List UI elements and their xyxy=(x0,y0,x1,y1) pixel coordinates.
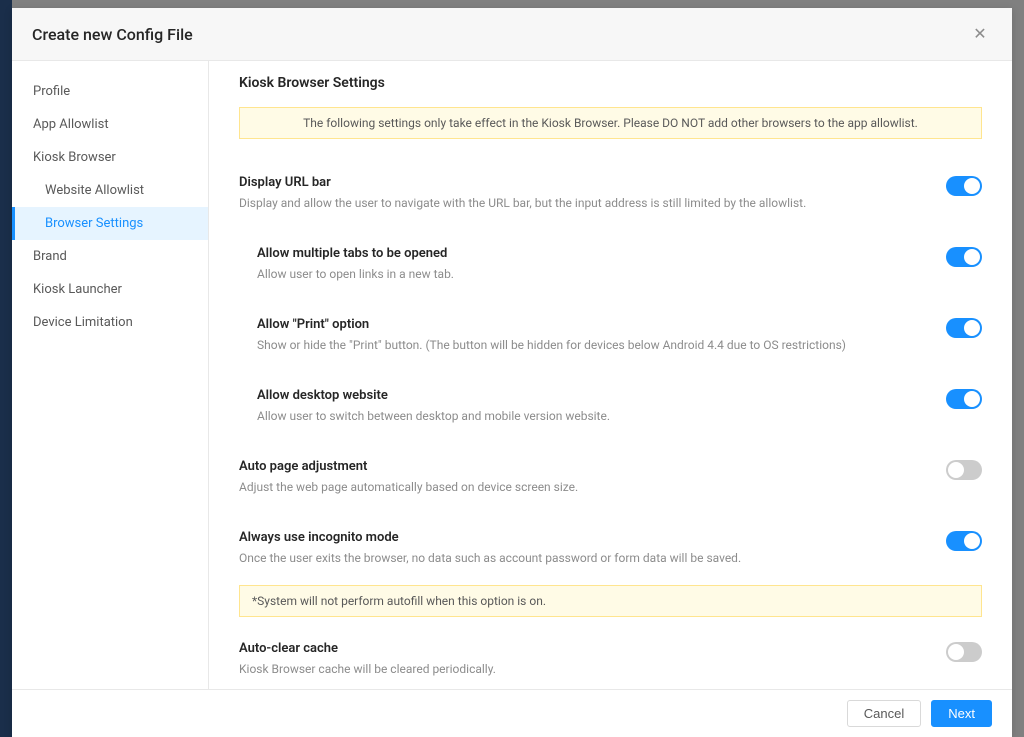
setting-label: Allow "Print" option xyxy=(257,317,906,332)
setting-row: Auto page adjustment Adjust the web page … xyxy=(239,449,982,506)
setting-desc: Kiosk Browser cache will be cleared peri… xyxy=(239,660,906,678)
setting-label: Auto page adjustment xyxy=(239,459,906,474)
setting-desc: Once the user exits the browser, no data… xyxy=(239,549,906,567)
setting-desc: Allow user to switch between desktop and… xyxy=(257,407,906,425)
setting-desc: Display and allow the user to navigate w… xyxy=(239,194,906,212)
sidebar-item-profile[interactable]: Profile xyxy=(12,75,208,108)
setting-label: Always use incognito mode xyxy=(239,530,906,545)
setting-text: Display URL bar Display and allow the use… xyxy=(239,175,946,212)
setting-row: Allow "Print" option Show or hide the "Pr… xyxy=(239,307,982,364)
setting-group: Allow "Print" option Show or hide the "Pr… xyxy=(239,307,982,364)
setting-text: Allow multiple tabs to be opened Allow us… xyxy=(239,246,946,283)
background-stripe xyxy=(0,0,12,737)
modal-body: ProfileApp AllowlistKiosk BrowserWebsite… xyxy=(12,61,1012,689)
sidebar-item-browser-settings[interactable]: Browser Settings xyxy=(12,207,208,240)
setting-label: Auto-clear cache xyxy=(239,641,906,656)
next-button[interactable]: Next xyxy=(931,700,992,727)
sidebar-item-kiosk-browser[interactable]: Kiosk Browser xyxy=(12,141,208,174)
toggle-switch[interactable] xyxy=(946,176,982,196)
setting-group: Allow multiple tabs to be opened Allow us… xyxy=(239,236,982,293)
setting-group: Auto-clear cache Kiosk Browser cache will… xyxy=(239,631,982,688)
modal-title: Create new Config File xyxy=(32,25,193,44)
setting-group: Always use incognito mode Once the user e… xyxy=(239,520,982,617)
setting-desc: Allow user to open links in a new tab. xyxy=(257,265,906,283)
sidebar-item-device-limitation[interactable]: Device Limitation xyxy=(12,306,208,339)
toggle-switch[interactable] xyxy=(946,247,982,267)
modal-footer: Cancel Next xyxy=(12,689,1012,737)
setting-desc: Adjust the web page automatically based … xyxy=(239,478,906,496)
modal-header: Create new Config File ✕ xyxy=(12,8,1012,61)
setting-text: Always use incognito mode Once the user e… xyxy=(239,530,946,567)
sidebar-item-app-allowlist[interactable]: App Allowlist xyxy=(12,108,208,141)
toggle-switch[interactable] xyxy=(946,531,982,551)
sidebar-item-website-allowlist[interactable]: Website Allowlist xyxy=(12,174,208,207)
setting-note: *System will not perform autofill when t… xyxy=(239,585,982,617)
setting-label: Display URL bar xyxy=(239,175,906,190)
setting-text: Auto page adjustment Adjust the web page … xyxy=(239,459,946,496)
setting-label: Allow multiple tabs to be opened xyxy=(257,246,906,261)
setting-group: Allow desktop website Allow user to switc… xyxy=(239,378,982,435)
setting-label: Allow desktop website xyxy=(257,388,906,403)
sidebar: ProfileApp AllowlistKiosk BrowserWebsite… xyxy=(12,61,209,689)
setting-row: Always use incognito mode Once the user e… xyxy=(239,520,982,577)
content-title: Kiosk Browser Settings xyxy=(239,75,982,91)
setting-desc: Show or hide the "Print" button. (The bu… xyxy=(257,336,906,354)
setting-text: Auto-clear cache Kiosk Browser cache will… xyxy=(239,641,946,678)
content-area: Kiosk Browser Settings The following set… xyxy=(209,61,1012,689)
setting-row: Auto-clear cache Kiosk Browser cache will… xyxy=(239,631,982,688)
setting-row: Allow multiple tabs to be opened Allow us… xyxy=(239,236,982,293)
close-icon: ✕ xyxy=(973,24,986,44)
toggle-switch[interactable] xyxy=(946,642,982,662)
toggle-switch[interactable] xyxy=(946,460,982,480)
sidebar-item-kiosk-launcher[interactable]: Kiosk Launcher xyxy=(12,273,208,306)
sidebar-item-brand[interactable]: Brand xyxy=(12,240,208,273)
cancel-button[interactable]: Cancel xyxy=(847,700,921,727)
toggle-switch[interactable] xyxy=(946,389,982,409)
setting-row: Display URL bar Display and allow the use… xyxy=(239,165,982,222)
toggle-switch[interactable] xyxy=(946,318,982,338)
setting-text: Allow desktop website Allow user to switc… xyxy=(239,388,946,425)
setting-row: Allow desktop website Allow user to switc… xyxy=(239,378,982,435)
close-button[interactable]: ✕ xyxy=(968,22,992,46)
setting-group: Auto page adjustment Adjust the web page … xyxy=(239,449,982,506)
info-banner: The following settings only take effect … xyxy=(239,107,982,139)
setting-group: Display URL bar Display and allow the use… xyxy=(239,165,982,222)
setting-text: Allow "Print" option Show or hide the "Pr… xyxy=(239,317,946,354)
settings-list: Display URL bar Display and allow the use… xyxy=(239,165,982,689)
config-modal: Create new Config File ✕ ProfileApp Allo… xyxy=(12,8,1012,737)
